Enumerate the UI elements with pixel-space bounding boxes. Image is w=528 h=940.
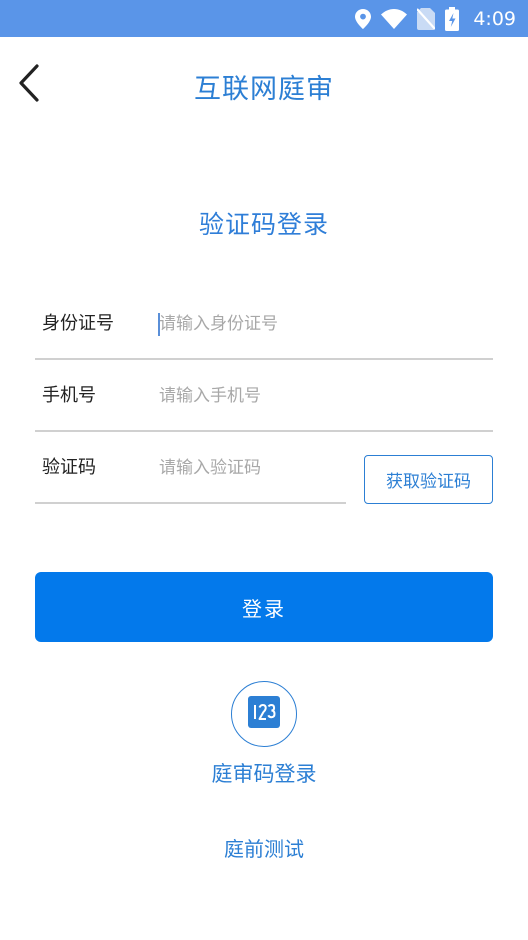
number-123-icon: [248, 696, 280, 732]
header-title: 互联网庭审: [194, 74, 334, 105]
verification-code-input[interactable]: [159, 432, 339, 504]
status-bar: 4:09: [0, 0, 528, 37]
text-cursor: [158, 313, 160, 336]
wifi-icon: [381, 8, 408, 29]
status-time: 4:09: [473, 7, 516, 30]
phone-row: 手机号: [35, 360, 493, 432]
id-number-label: 身份证号: [42, 313, 114, 334]
verification-code-label: 验证码: [42, 457, 96, 478]
id-number-input[interactable]: [159, 288, 479, 360]
login-button[interactable]: 登录: [35, 572, 493, 642]
verification-code-divider: [35, 502, 346, 504]
get-verification-code-button[interactable]: 获取验证码: [364, 455, 493, 504]
page-title: 验证码登录: [198, 210, 329, 239]
id-number-row: 身份证号: [35, 288, 493, 360]
pretrial-test-link[interactable]: 庭前测试: [0, 833, 528, 862]
phone-input[interactable]: [159, 360, 479, 432]
login-screen: 4:09 互联网庭审 验证码登录 身份证号 手机号 验证码 获取验证码 登录: [0, 0, 528, 940]
verification-code-row: 验证码: [35, 432, 347, 504]
court-code-login-button[interactable]: [231, 681, 297, 747]
no-sim-icon: [417, 7, 436, 30]
battery-charging-icon: [445, 6, 460, 31]
app-header: 互联网庭审: [0, 37, 528, 133]
location-icon: [355, 8, 372, 29]
phone-label: 手机号: [42, 385, 96, 406]
court-code-login-label[interactable]: 庭审码登录: [0, 758, 528, 788]
